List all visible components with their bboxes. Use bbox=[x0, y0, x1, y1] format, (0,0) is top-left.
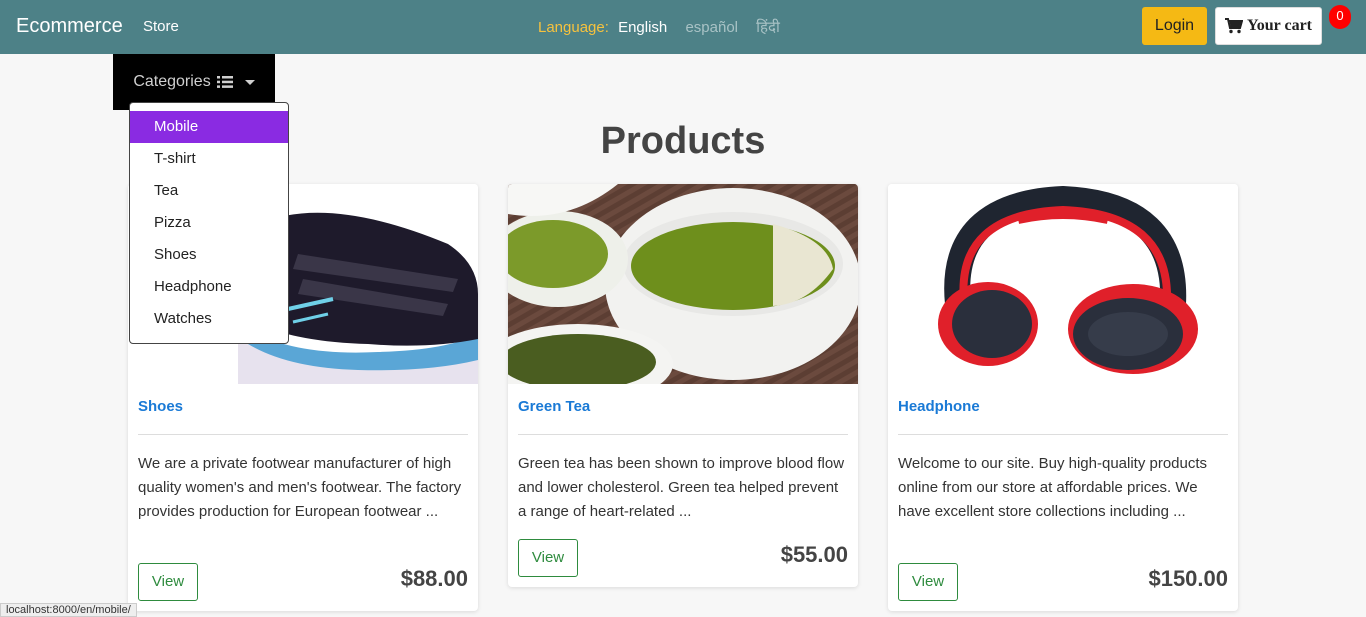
divider bbox=[138, 434, 468, 435]
menu-item-headphone[interactable]: Headphone bbox=[130, 271, 288, 303]
menu-item-shoes[interactable]: Shoes bbox=[130, 239, 288, 271]
product-description: We are a private footwear manufacturer o… bbox=[138, 455, 462, 520]
menu-item-tshirt[interactable]: T-shirt bbox=[130, 143, 288, 175]
language-spanish[interactable]: español bbox=[685, 19, 738, 36]
divider bbox=[518, 434, 848, 435]
navbar: Ecommerce Store Language: English españo… bbox=[0, 0, 1366, 54]
list-icon bbox=[216, 76, 233, 88]
cart-icon bbox=[1224, 18, 1243, 34]
product-title[interactable]: Shoes bbox=[138, 398, 183, 415]
nav-link-store[interactable]: Store bbox=[143, 18, 179, 35]
status-bar-url: localhost:8000/en/mobile/ bbox=[0, 603, 137, 617]
language-label: Language: bbox=[538, 19, 609, 36]
product-price: $55.00 bbox=[780, 542, 848, 567]
categories-label: Categories bbox=[133, 73, 211, 90]
product-card-headphone: Headphone Welcome to our site. Buy high-… bbox=[888, 184, 1238, 611]
language-hindi[interactable]: हिंदी bbox=[756, 19, 780, 36]
product-image-green-tea[interactable] bbox=[508, 184, 858, 384]
menu-item-pizza[interactable]: Pizza bbox=[130, 207, 288, 239]
product-title[interactable]: Headphone bbox=[898, 398, 980, 415]
cart-label: Your cart bbox=[1246, 17, 1313, 34]
product-image-headphone[interactable] bbox=[888, 184, 1238, 384]
cart-count-badge: 0 bbox=[1329, 5, 1351, 29]
menu-item-tea[interactable]: Tea bbox=[130, 175, 288, 207]
product-price: $88.00 bbox=[400, 566, 468, 591]
language-english[interactable]: English bbox=[618, 19, 667, 36]
categories-menu: Mobile T-shirt Tea Pizza Shoes Headphone… bbox=[129, 102, 289, 344]
menu-item-mobile[interactable]: Mobile bbox=[130, 111, 288, 143]
cart-button[interactable]: Your cart bbox=[1215, 7, 1322, 45]
headphone-image bbox=[888, 184, 1238, 384]
product-description: Welcome to our site. Buy high-quality pr… bbox=[898, 455, 1208, 520]
language-switcher: Language: English español हिंदी bbox=[538, 17, 780, 37]
product-card-green-tea: Green Tea Green tea has been shown to im… bbox=[508, 184, 858, 587]
view-button[interactable]: View bbox=[898, 563, 958, 601]
product-description: Green tea has been shown to improve bloo… bbox=[518, 455, 845, 520]
product-price: $150.00 bbox=[1148, 566, 1228, 591]
caret-down-icon bbox=[244, 79, 255, 85]
view-button[interactable]: View bbox=[518, 539, 578, 577]
login-button[interactable]: Login bbox=[1142, 7, 1207, 45]
green-tea-image bbox=[508, 184, 858, 384]
divider bbox=[898, 434, 1228, 435]
view-button[interactable]: View bbox=[138, 563, 198, 601]
product-title[interactable]: Green Tea bbox=[518, 398, 590, 415]
brand-logo[interactable]: Ecommerce bbox=[16, 15, 123, 38]
menu-item-watches[interactable]: Watches bbox=[130, 303, 288, 335]
